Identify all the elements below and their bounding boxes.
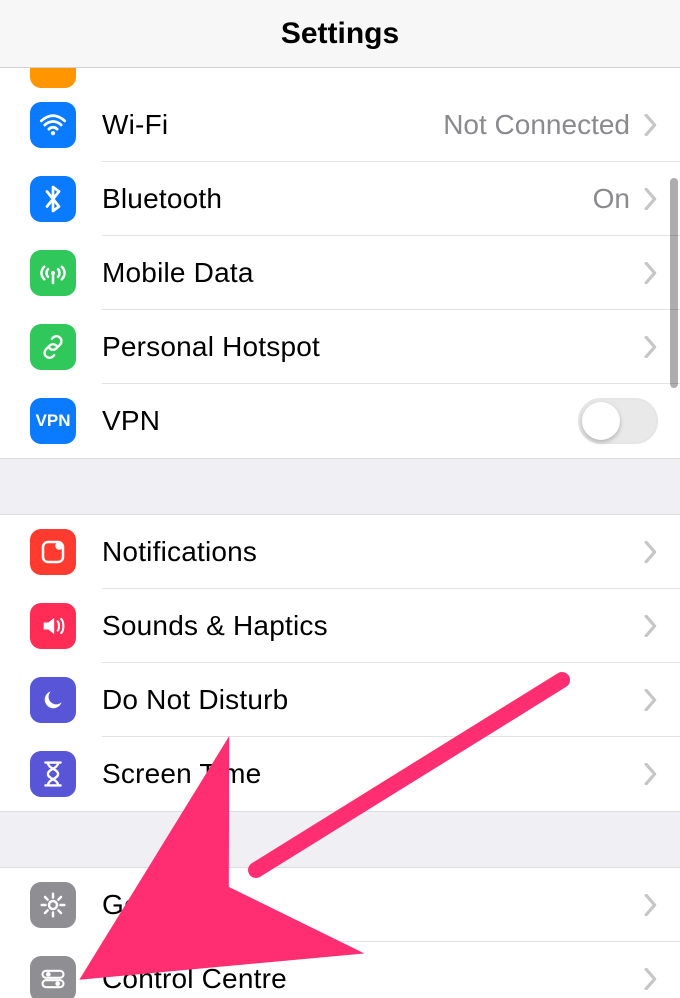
toggles-icon: [30, 956, 76, 998]
link-icon: [30, 324, 76, 370]
moon-icon: [30, 677, 76, 723]
row-vpn[interactable]: VPN VPN: [0, 384, 680, 458]
chevron-right-icon: [636, 894, 666, 916]
hourglass-icon: [30, 751, 76, 797]
row-wifi-label: Wi-Fi: [102, 109, 443, 141]
group-general: General Control Centre: [0, 867, 680, 998]
row-wifi-value: Not Connected: [443, 109, 630, 141]
page-title-text: Settings: [281, 17, 399, 51]
row-screen-time[interactable]: Screen Time: [0, 737, 680, 811]
speaker-icon: [30, 603, 76, 649]
airplane-icon: [30, 68, 76, 88]
row-dnd-label: Do Not Disturb: [102, 684, 636, 716]
row-bluetooth[interactable]: Bluetooth On: [0, 162, 680, 236]
chevron-right-icon: [636, 615, 666, 637]
row-notifications[interactable]: Notifications: [0, 515, 680, 589]
chevron-right-icon: [636, 763, 666, 785]
chevron-right-icon: [636, 336, 666, 358]
row-general-label: General: [102, 889, 636, 921]
antenna-icon: [30, 250, 76, 296]
row-sounds-haptics-label: Sounds & Haptics: [102, 610, 636, 642]
chevron-right-icon: [636, 968, 666, 990]
notifications-icon: [30, 529, 76, 575]
row-bluetooth-value: On: [593, 183, 630, 215]
row-vpn-label: VPN: [102, 405, 578, 437]
chevron-right-icon: [636, 188, 666, 210]
gear-icon: [30, 882, 76, 928]
chevron-right-icon: [636, 689, 666, 711]
row-mobile-data-label: Mobile Data: [102, 257, 636, 289]
row-sounds-haptics[interactable]: Sounds & Haptics: [0, 589, 680, 663]
chevron-right-icon: [636, 541, 666, 563]
row-personal-hotspot-label: Personal Hotspot: [102, 331, 636, 363]
vpn-icon: VPN: [30, 398, 76, 444]
wifi-icon: [30, 102, 76, 148]
row-notifications-label: Notifications: [102, 536, 636, 568]
group-notifications: Notifications Sounds & Haptics: [0, 514, 680, 812]
chevron-right-icon: [636, 262, 666, 284]
row-control-centre[interactable]: Control Centre: [0, 942, 680, 998]
row-mobile-data[interactable]: Mobile Data: [0, 236, 680, 310]
row-personal-hotspot[interactable]: Personal Hotspot: [0, 310, 680, 384]
page-title: Settings: [0, 0, 680, 68]
row-do-not-disturb[interactable]: Do Not Disturb: [0, 663, 680, 737]
row-general[interactable]: General: [0, 868, 680, 942]
row-bluetooth-label: Bluetooth: [102, 183, 593, 215]
row-airplane-mode-cutoff[interactable]: [0, 68, 680, 88]
scrollbar-indicator[interactable]: [670, 178, 678, 388]
settings-scroll[interactable]: Wi-Fi Not Connected Bluetooth On: [0, 68, 680, 998]
row-wifi[interactable]: Wi-Fi Not Connected: [0, 88, 680, 162]
group-connectivity: Wi-Fi Not Connected Bluetooth On: [0, 68, 680, 459]
row-control-centre-label: Control Centre: [102, 963, 636, 995]
row-screen-time-label: Screen Time: [102, 758, 636, 790]
bluetooth-icon: [30, 176, 76, 222]
vpn-toggle[interactable]: [578, 398, 658, 444]
chevron-right-icon: [636, 114, 666, 136]
